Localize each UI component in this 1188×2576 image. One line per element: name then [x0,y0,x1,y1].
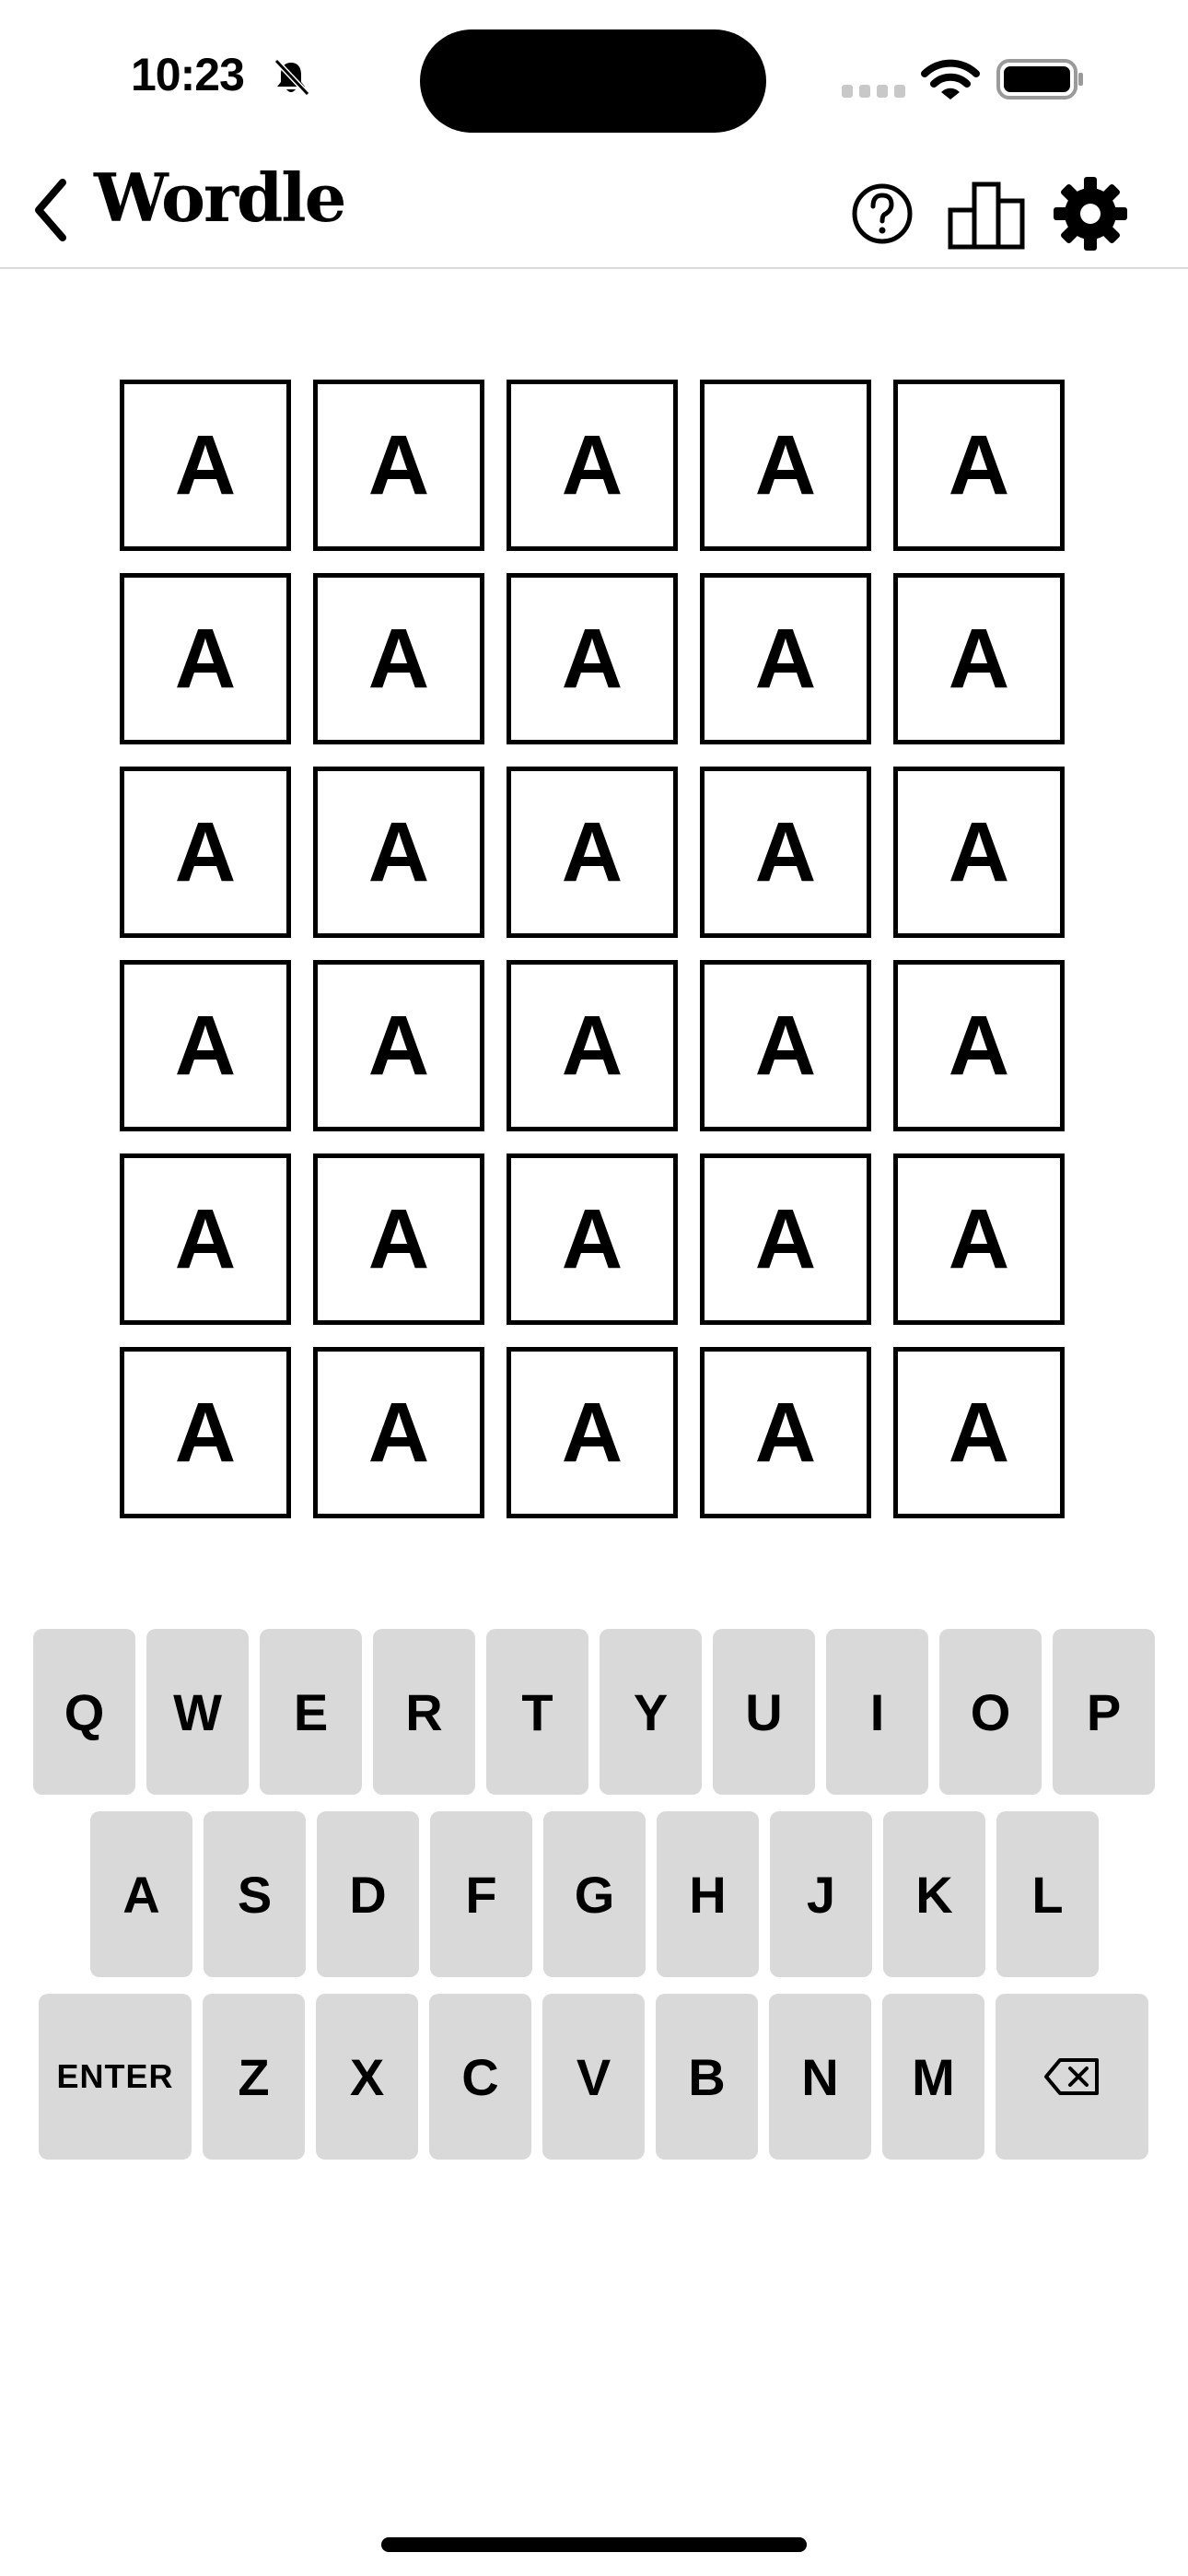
key-u[interactable]: U [713,1629,815,1795]
status-time: 10:23 [131,49,245,100]
key-t[interactable]: T [486,1629,588,1795]
key-e[interactable]: E [260,1629,362,1795]
tile: A [507,1153,678,1325]
tile: A [507,960,678,1131]
dynamic-island [420,29,766,133]
wifi-icon [921,59,980,100]
key-s[interactable]: S [204,1811,306,1977]
backspace-icon [1044,2058,1099,2095]
key-w[interactable]: W [146,1629,249,1795]
tile: A [507,767,678,938]
tile: A [700,380,871,551]
gear-icon[interactable] [1052,175,1129,252]
tile: A [893,1347,1065,1518]
header-divider [0,267,1188,269]
bell-slash-icon [274,58,310,97]
tile: A [313,1153,484,1325]
key-h[interactable]: H [657,1811,759,1977]
tile: A [700,1347,871,1518]
tile: A [893,1153,1065,1325]
tile: A [313,380,484,551]
game-board: AAAAAAAAAAAAAAAAAAAAAAAAAAAAAA [120,380,1068,1518]
tile: A [507,1347,678,1518]
key-d[interactable]: D [317,1811,419,1977]
enter-key[interactable]: ENTER [39,1994,192,2160]
tile: A [893,380,1065,551]
tile: A [313,767,484,938]
backspace-key[interactable] [996,1994,1148,2160]
tile: A [120,573,291,744]
chevron-left-icon[interactable] [28,175,76,245]
key-k[interactable]: K [883,1811,985,1977]
key-f[interactable]: F [430,1811,532,1977]
key-c[interactable]: C [429,1994,531,2160]
key-i[interactable]: I [826,1629,928,1795]
key-z[interactable]: Z [203,1994,305,2160]
tile: A [120,1347,291,1518]
signal-icon [842,85,905,98]
key-a[interactable]: A [90,1811,192,1977]
tile: A [120,1153,291,1325]
tile: A [893,767,1065,938]
key-r[interactable]: R [373,1629,475,1795]
key-x[interactable]: X [316,1994,418,2160]
key-v[interactable]: V [542,1994,645,2160]
key-o[interactable]: O [939,1629,1042,1795]
keyboard-row-3: ENTER Z X C V B N M [39,1994,1148,2160]
key-m[interactable]: M [882,1994,984,2160]
tile: A [700,573,871,744]
key-p[interactable]: P [1053,1629,1155,1795]
key-y[interactable]: Y [600,1629,702,1795]
page-title: Wordle [94,158,346,237]
tile: A [120,960,291,1131]
tile: A [313,1347,484,1518]
tile: A [700,960,871,1131]
home-indicator [381,2537,807,2552]
tile: A [120,767,291,938]
tile: A [700,1153,871,1325]
key-l[interactable]: L [996,1811,1099,1977]
tile: A [313,573,484,744]
tile: A [313,960,484,1131]
tile: A [700,767,871,938]
key-b[interactable]: B [656,1994,758,2160]
wordle-screen: 10:23 Wordle A A A A A A A A A A A A A A… [0,0,1188,2576]
keyboard-row-2: ASDFGHJKL [90,1811,1099,1977]
help-icon[interactable] [844,175,921,252]
key-j[interactable]: J [770,1811,872,1977]
tile: A [507,380,678,551]
tile: A [120,380,291,551]
tile: A [893,960,1065,1131]
stats-icon[interactable] [947,175,1030,252]
tile: A [507,573,678,744]
tile: A [893,573,1065,744]
key-q[interactable]: Q [33,1629,135,1795]
key-n[interactable]: N [769,1994,871,2160]
battery-icon [996,59,1083,100]
key-g[interactable]: G [543,1811,646,1977]
keyboard-row-1: QWERTYUIOP [33,1629,1155,1795]
